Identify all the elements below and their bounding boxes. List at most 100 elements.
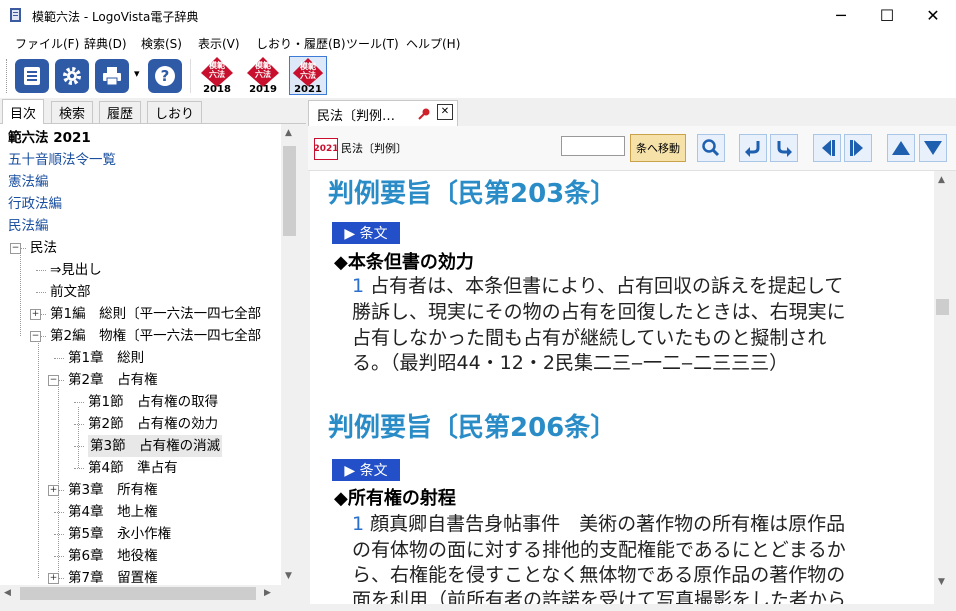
menu-tools[interactable]: ツール(T) bbox=[346, 35, 399, 52]
scroll-down-arrow[interactable]: ▼ bbox=[285, 571, 292, 581]
tab-contents[interactable]: 目次 bbox=[2, 99, 45, 124]
body-line: る。（最判昭44・12・2民集二三‒一二‒二三三三） bbox=[352, 352, 789, 374]
expand-icon[interactable]: + bbox=[30, 309, 41, 320]
paragraph-number: 1 bbox=[352, 275, 365, 297]
tree-item[interactable]: 民法編 bbox=[8, 215, 49, 237]
app-icon bbox=[10, 8, 21, 22]
tree-item[interactable]: 第1章 総則 bbox=[68, 347, 144, 369]
help-button[interactable]: ? bbox=[148, 59, 182, 93]
scroll-down-arrow[interactable]: ▼ bbox=[938, 577, 945, 587]
tree-item[interactable]: 第6章 地役権 bbox=[68, 545, 158, 567]
tree-item[interactable]: ⇒見出し bbox=[50, 259, 102, 281]
edition-label-mid: 六法 bbox=[255, 70, 271, 79]
tree-item[interactable]: 行政法編 bbox=[8, 193, 62, 215]
scroll-left-arrow[interactable]: ◀ bbox=[4, 588, 11, 598]
menu-dictionary[interactable]: 辞典(D) bbox=[84, 35, 127, 52]
tree-item[interactable]: 第2節 占有権の効力 bbox=[88, 413, 218, 435]
menu-view[interactable]: 表示(V) bbox=[198, 35, 240, 52]
scroll-down-button[interactable] bbox=[919, 134, 947, 162]
tree-item[interactable]: 憲法編 bbox=[8, 171, 49, 193]
content-vertical-scrollbar[interactable]: ▲ ▼ bbox=[934, 171, 951, 604]
search-button[interactable] bbox=[697, 134, 725, 162]
edition-label-top: 模範 bbox=[209, 61, 225, 70]
tree-item[interactable]: 民法 bbox=[30, 237, 57, 259]
document-tab[interactable]: 民法〔判例… ✕ bbox=[308, 100, 458, 126]
tree-item[interactable]: 範六法 2021 bbox=[8, 127, 91, 149]
menu-bar: ファイル(F) 辞典(D) 検索(S) 表示(V) しおり・履歴(B) ツール(… bbox=[0, 31, 956, 53]
gear-icon bbox=[63, 67, 81, 85]
body-line: 勝訴し、現実にその物の占有を回復したときは、右現実に bbox=[352, 301, 846, 323]
menu-search[interactable]: 検索(S) bbox=[141, 35, 182, 52]
tab-search[interactable]: 検索 bbox=[51, 101, 94, 123]
collapse-icon[interactable]: − bbox=[30, 331, 41, 342]
previous-icon bbox=[822, 140, 835, 156]
tree-item[interactable]: 第2章 占有権 bbox=[68, 369, 158, 391]
next-icon bbox=[850, 140, 863, 156]
document-tab-label: 民法〔判例… bbox=[317, 109, 396, 124]
body-line: 1 顔真卿自書告身帖事件 美術の著作物の所有権は原作品 bbox=[352, 509, 845, 536]
jump-back-button[interactable] bbox=[739, 134, 767, 162]
edition-2021-button[interactable]: 模範 六法 2021 bbox=[289, 56, 327, 95]
scroll-up-arrow[interactable]: ▲ bbox=[285, 128, 292, 138]
body-line: の有体物の面に対する排他的支配権能であるにとどまるか bbox=[352, 539, 846, 561]
dictionary-list-button[interactable] bbox=[15, 59, 49, 93]
minimize-button[interactable]: ─ bbox=[818, 0, 864, 31]
body-text: 占有者は、本条但書により、占有回収の訴えを提起して bbox=[364, 275, 844, 297]
body-line: 1 占有者は、本条但書により、占有回収の訴えを提起して bbox=[352, 271, 843, 298]
edition-year: 2019 bbox=[249, 84, 277, 95]
tree-item[interactable]: 第4章 地上権 bbox=[68, 501, 158, 523]
tree-item[interactable]: 第3節 占有権の消滅 bbox=[88, 435, 223, 457]
tree-item[interactable]: 第1編 総則〔平一六法一四七全部 bbox=[50, 303, 261, 325]
tree-scroll-thumb[interactable] bbox=[283, 146, 296, 236]
tree-vertical-scrollbar[interactable]: ▲ ▼ bbox=[281, 124, 298, 585]
tree-item[interactable]: 第4節 準占有 bbox=[88, 457, 178, 479]
tree-connector bbox=[74, 424, 84, 425]
print-dropdown-arrow[interactable]: ▾ bbox=[134, 67, 140, 80]
tree-item[interactable]: 第7章 留置権 bbox=[68, 567, 158, 585]
article-text-link[interactable]: ▶ 条文 bbox=[332, 459, 400, 481]
tree-connector bbox=[54, 556, 64, 557]
scroll-right-arrow[interactable]: ▶ bbox=[264, 588, 271, 598]
section-heading: 判例要旨〔民第203条〕 bbox=[328, 179, 617, 209]
tree-item[interactable]: 前文部 bbox=[50, 281, 91, 303]
next-item-button[interactable] bbox=[844, 134, 872, 162]
tree-guide-line bbox=[58, 385, 59, 578]
toolbar-grip[interactable] bbox=[6, 59, 9, 93]
tree-connector bbox=[74, 446, 84, 447]
tree-connector bbox=[74, 468, 84, 469]
section-heading: 判例要旨〔民第206条〕 bbox=[328, 413, 617, 443]
settings-button[interactable] bbox=[55, 59, 89, 93]
up-triangle-icon bbox=[892, 141, 910, 155]
tree-guide-line bbox=[20, 253, 21, 336]
tree-item[interactable]: 第3章 所有権 bbox=[68, 479, 158, 501]
tree-item[interactable]: 第5章 永小作権 bbox=[68, 523, 171, 545]
menu-bookmarks-history[interactable]: しおり・履歴(B) bbox=[256, 35, 346, 52]
tab-bookmarks[interactable]: しおり bbox=[147, 101, 203, 123]
tree-item[interactable]: 五十音順法令一覧 bbox=[8, 149, 116, 171]
return-arrow-icon bbox=[745, 141, 760, 157]
scroll-up-button[interactable] bbox=[887, 134, 915, 162]
previous-item-button[interactable] bbox=[813, 134, 841, 162]
return-arrow-reverse-icon bbox=[777, 141, 792, 157]
document-tab-close-button[interactable]: ✕ bbox=[437, 104, 453, 120]
jump-forward-button[interactable] bbox=[770, 134, 798, 162]
tree-connector bbox=[74, 402, 84, 403]
tree-horizontal-scrollbar[interactable]: ◀ ▶ bbox=[0, 585, 298, 602]
goto-article-button[interactable]: 条へ移動 bbox=[630, 134, 686, 162]
pin-icon[interactable] bbox=[417, 107, 431, 121]
edition-2019-button[interactable]: 模範 六法 2019 bbox=[244, 56, 282, 95]
tree-item[interactable]: 第2編 物権〔平一六法一四七全部 bbox=[50, 325, 261, 347]
tree-item[interactable]: 第1節 占有権の取得 bbox=[88, 391, 218, 413]
article-number-input[interactable] bbox=[561, 136, 625, 156]
close-button[interactable]: ✕ bbox=[910, 0, 956, 31]
edition-2018-button[interactable]: 模範 六法 2018 bbox=[198, 56, 236, 95]
print-button[interactable] bbox=[95, 59, 129, 93]
menu-help[interactable]: ヘルプ(H) bbox=[406, 35, 460, 52]
tab-history[interactable]: 履歴 bbox=[99, 101, 142, 123]
maximize-button[interactable]: ☐ bbox=[864, 0, 910, 31]
scroll-up-arrow[interactable]: ▲ bbox=[938, 175, 945, 185]
article-text-link[interactable]: ▶ 条文 bbox=[332, 222, 400, 244]
content-scroll-thumb[interactable] bbox=[936, 299, 949, 315]
menu-file[interactable]: ファイル(F) bbox=[15, 35, 79, 52]
tree-hscroll-thumb[interactable] bbox=[20, 587, 256, 600]
